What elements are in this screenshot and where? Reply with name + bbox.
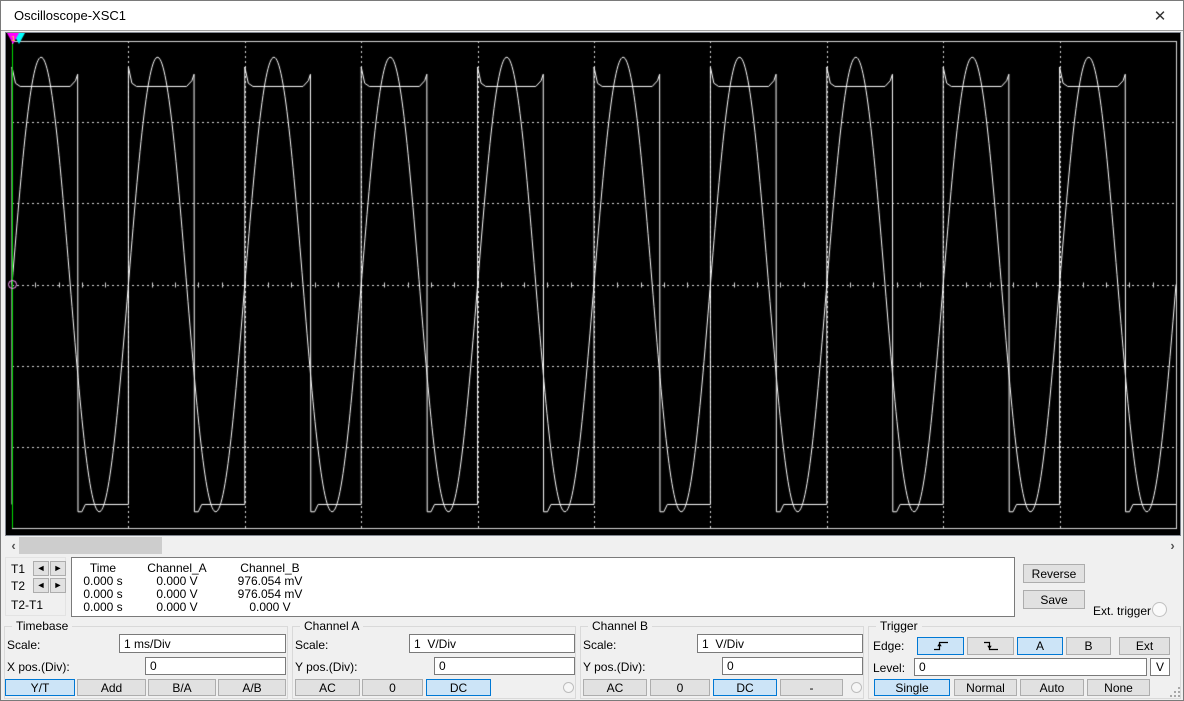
channel-a-dc-button[interactable]: DC <box>426 679 491 696</box>
channel-b-scale-input[interactable] <box>697 634 863 653</box>
dt-time-value: 0.000 s <box>72 600 134 614</box>
window-titlebar: Oscilloscope-XSC1 ✕ <box>1 1 1183 31</box>
cursor-control-panel: T1 ◄ ► T2 ◄ ► T2-T1 <box>5 557 66 616</box>
channel-b-connector-icon <box>851 682 862 693</box>
readout-table: Time Channel_A Channel_B 0.000 s 0.000 V… <box>71 557 1015 617</box>
channel-b-minus-button[interactable]: - <box>780 679 843 696</box>
t2-channel-a-value: 0.000 V <box>134 587 220 601</box>
channel-b-scale-label: Scale: <box>583 638 616 652</box>
trigger-auto-button[interactable]: Auto <box>1020 679 1084 696</box>
trigger-single-button[interactable]: Single <box>874 679 950 696</box>
timebase-xpos-label: X pos.(Div): <box>7 660 70 674</box>
t1-channel-b-value: 976.054 mV <box>220 574 320 588</box>
channel-b-ypos-label: Y pos.(Div): <box>583 660 645 674</box>
ext-trigger-connector-icon <box>1152 602 1167 617</box>
t2-t1-label: T2-T1 <box>11 598 43 612</box>
channel-a-zero-button[interactable]: 0 <box>362 679 423 696</box>
left-arrow-icon: ◄ <box>37 580 46 590</box>
trigger-normal-button[interactable]: Normal <box>954 679 1017 696</box>
channel-a-ypos-label: Y pos.(Div): <box>295 660 357 674</box>
channel-b-ypos-input[interactable] <box>722 657 863 675</box>
timebase-yt-button[interactable]: Y/T <box>5 679 75 696</box>
timebase-scale-input[interactable] <box>119 634 286 653</box>
resize-grip[interactable] <box>1168 685 1181 698</box>
channel-a-group: Channel A Scale: Y pos.(Div): AC 0 DC <box>292 626 576 699</box>
t1-right-button[interactable]: ► <box>50 561 66 576</box>
table-row-t2: 0.000 s 0.000 V 976.054 mV <box>72 587 1014 600</box>
table-row-t1: 0.000 s 0.000 V 976.054 mV <box>72 574 1014 587</box>
rising-edge-icon <box>932 640 950 652</box>
trigger-legend: Trigger <box>876 619 922 633</box>
t2-time-value: 0.000 s <box>72 587 134 601</box>
right-arrow-icon: ► <box>54 563 63 573</box>
timebase-legend: Timebase <box>12 619 72 633</box>
timebase-scale-label: Scale: <box>7 638 40 652</box>
column-header-time: Time <box>72 561 134 575</box>
close-icon: ✕ <box>1154 7 1167 25</box>
timebase-add-button[interactable]: Add <box>77 679 146 696</box>
page-title: Oscilloscope-XSC1 <box>1 8 126 23</box>
t2-channel-b-value: 976.054 mV <box>220 587 320 601</box>
dt-channel-b-value: 0.000 V <box>220 600 320 614</box>
channel-b-zero-button[interactable]: 0 <box>650 679 710 696</box>
oscilloscope-window: Oscilloscope-XSC1 ✕ ‹ › T1 ◄ ► T2 ◄ ► T2… <box>0 0 1184 701</box>
t1-time-value: 0.000 s <box>72 574 134 588</box>
trigger-group: Trigger Edge: A B Ext Level: V Single No… <box>868 626 1181 699</box>
trigger-level-input[interactable] <box>914 658 1147 676</box>
right-arrow-icon: ► <box>54 580 63 590</box>
t2-right-button[interactable]: ► <box>50 578 66 593</box>
trigger-source-a-button[interactable]: A <box>1017 637 1063 655</box>
scope-display[interactable] <box>6 33 1180 535</box>
scroll-right-button[interactable]: › <box>1164 537 1181 554</box>
reverse-button[interactable]: Reverse <box>1023 564 1085 583</box>
channel-b-group: Channel B Scale: Y pos.(Div): AC 0 DC - <box>580 626 864 699</box>
timebase-xpos-input[interactable] <box>145 657 286 675</box>
trigger-source-b-button[interactable]: B <box>1066 637 1111 655</box>
falling-edge-icon <box>982 640 1000 652</box>
channel-a-scale-label: Scale: <box>295 638 328 652</box>
close-button[interactable]: ✕ <box>1141 1 1179 30</box>
channel-a-legend: Channel A <box>300 619 363 633</box>
scope-scrollbar[interactable]: ‹ › <box>5 537 1181 554</box>
trigger-falling-edge-button[interactable] <box>967 637 1014 655</box>
trigger-source-ext-button[interactable]: Ext <box>1119 637 1170 655</box>
trigger-level-label: Level: <box>873 661 905 675</box>
channel-b-dc-button[interactable]: DC <box>713 679 777 696</box>
t1-left-button[interactable]: ◄ <box>33 561 49 576</box>
channel-b-ac-button[interactable]: AC <box>583 679 647 696</box>
trigger-none-button[interactable]: None <box>1087 679 1150 696</box>
channel-b-legend: Channel B <box>588 619 652 633</box>
scroll-left-icon: ‹ <box>11 538 15 553</box>
dt-channel-a-value: 0.000 V <box>134 600 220 614</box>
trigger-level-unit-select[interactable]: V <box>1150 658 1170 676</box>
t1-channel-a-value: 0.000 V <box>134 574 220 588</box>
scope-panel <box>5 32 1181 536</box>
channel-a-ypos-input[interactable] <box>434 657 575 675</box>
save-button[interactable]: Save <box>1023 590 1085 609</box>
trigger-rising-edge-button[interactable] <box>917 637 964 655</box>
table-row-t2-t1: 0.000 s 0.000 V 0.000 V <box>72 600 1014 613</box>
channel-a-connector-icon <box>563 682 574 693</box>
timebase-ba-button[interactable]: B/A <box>148 679 216 696</box>
trigger-edge-label: Edge: <box>873 639 904 653</box>
column-header-channel-b: Channel_B <box>220 561 320 575</box>
t2-label: T2 <box>11 579 25 593</box>
timebase-group: Timebase Scale: X pos.(Div): Y/T Add B/A… <box>4 626 288 699</box>
left-arrow-icon: ◄ <box>37 563 46 573</box>
t2-left-button[interactable]: ◄ <box>33 578 49 593</box>
column-header-channel-a: Channel_A <box>134 561 220 575</box>
scrollbar-thumb[interactable] <box>19 537 162 554</box>
channel-a-ac-button[interactable]: AC <box>295 679 360 696</box>
t1-label: T1 <box>11 562 25 576</box>
scroll-right-icon: › <box>1170 538 1174 553</box>
ext-trigger-label: Ext. trigger <box>1093 604 1151 618</box>
timebase-ab-button[interactable]: A/B <box>218 679 286 696</box>
readout-header-row: Time Channel_A Channel_B <box>72 561 1014 574</box>
channel-a-scale-input[interactable] <box>409 634 575 653</box>
